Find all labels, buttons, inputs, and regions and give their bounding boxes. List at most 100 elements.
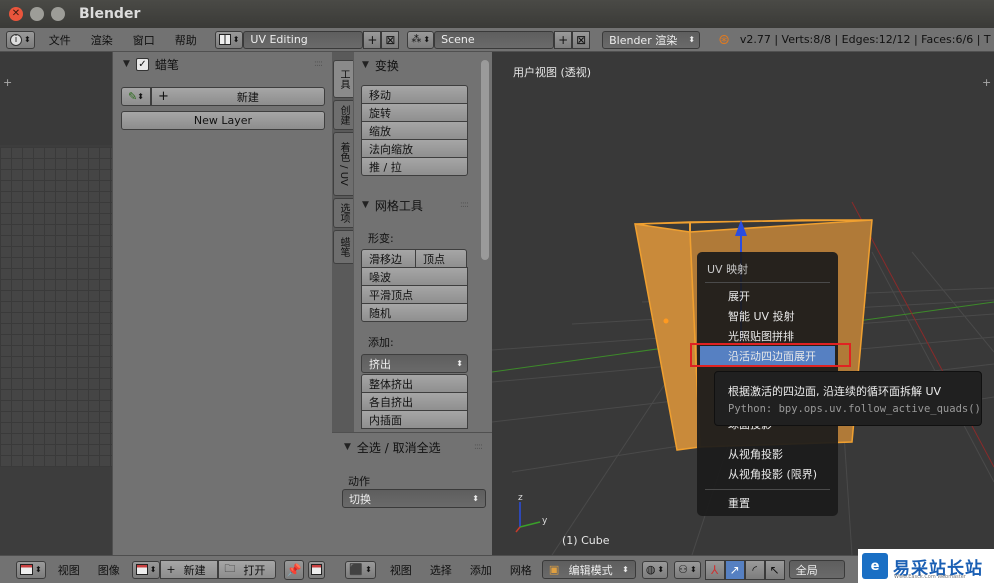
- uv-menu-title: UV 映射: [707, 263, 749, 276]
- scale-manipulator-button[interactable]: ↖: [764, 559, 785, 580]
- smooth-vertex-button[interactable]: 平滑顶点: [361, 285, 468, 304]
- axis-manipulator-icon: ⅄: [711, 562, 719, 577]
- close-window-button[interactable]: ✕: [9, 7, 23, 21]
- menu-view[interactable]: 视图: [58, 562, 80, 578]
- uv-editor-type-button[interactable]: ⬍: [16, 560, 46, 579]
- translate-manipulator-button[interactable]: ↗: [724, 559, 745, 580]
- menu-file[interactable]: 文件: [49, 32, 71, 48]
- mesh-tools-panel-header[interactable]: ▼ 网格工具 ::::: [354, 193, 478, 217]
- uv-editor-type-button-2[interactable]: [308, 560, 326, 579]
- shrink-fatten-button[interactable]: 法向缩放: [361, 139, 468, 158]
- axis-gizmo: z y: [515, 493, 548, 533]
- chevron-updown-icon: ⬍: [149, 565, 157, 574]
- delete-scene-button[interactable]: ⊠: [572, 30, 591, 49]
- layout-browse-button[interactable]: ⬍: [214, 30, 244, 49]
- tab-grease-pencil[interactable]: 蜡笔: [333, 230, 353, 264]
- pivot-point-button[interactable]: ⚇ ⬍: [674, 560, 701, 579]
- noise-button[interactable]: 噪波: [361, 267, 468, 286]
- transform-tools: 移动 旋转 缩放 法向缩放 推 / 拉: [361, 85, 468, 176]
- tab-create[interactable]: 创建: [333, 100, 353, 130]
- minimize-window-button[interactable]: [30, 7, 44, 21]
- add-scene-button[interactable]: +: [554, 30, 573, 49]
- scene-stats: v2.77 | Verts:8/8 | Edges:12/12 | Faces:…: [739, 33, 991, 46]
- new-image-button[interactable]: + 新建: [160, 560, 219, 579]
- menu-item-project-from-view-bounds[interactable]: 从视角投影 (限界): [697, 464, 838, 484]
- randomize-button[interactable]: 随机: [361, 303, 468, 322]
- chevron-updown-icon: ⬍: [622, 565, 629, 574]
- vertex-slide-button[interactable]: 顶点: [415, 249, 467, 268]
- action-value: 切换: [349, 492, 371, 506]
- extrude-value: 挤出: [369, 357, 391, 371]
- drag-grip-icon[interactable]: ::::: [460, 200, 469, 210]
- chevron-updown-icon: ⬍: [365, 565, 372, 574]
- triangle-down-icon: ▼: [362, 60, 369, 70]
- grease-pencil-header[interactable]: ▼ ✓ 蜡笔 ::::: [113, 52, 332, 76]
- menu-item-reset[interactable]: 重置: [697, 493, 838, 513]
- transform-panel-header[interactable]: ▼ 变换: [354, 52, 478, 78]
- edge-slide-button[interactable]: 滑移边: [361, 249, 416, 268]
- scene-browse-button[interactable]: ⁂ ⬍: [407, 30, 435, 49]
- maximize-window-button[interactable]: [51, 7, 65, 21]
- arrow-icon: ↗: [729, 562, 740, 577]
- action-select[interactable]: 切换 ⬍: [342, 489, 486, 508]
- tooltip-description: 根据激活的四边面, 沿连续的循环面拆解 UV: [728, 385, 942, 398]
- mode-select[interactable]: ▣ 编辑模式 ⬍: [541, 560, 636, 579]
- plus-icon: +: [158, 89, 169, 104]
- redo-panel-header[interactable]: ▼ 全选 / 取消全选 ::::: [332, 433, 492, 461]
- editor-type-button[interactable]: i ⬍: [6, 30, 35, 49]
- manipulator-toggle-button[interactable]: ⅄: [704, 559, 725, 580]
- new-image-label: 新建: [183, 563, 206, 577]
- expand-properties-icon[interactable]: +: [982, 76, 991, 89]
- rotate-manipulator-button[interactable]: ◜: [744, 559, 765, 580]
- move-button[interactable]: 移动: [361, 85, 468, 104]
- menu-item-unwrap[interactable]: 展开: [697, 286, 838, 306]
- menu-window[interactable]: 窗口: [133, 32, 155, 48]
- scale-button[interactable]: 缩放: [361, 121, 468, 140]
- expand-panel-icon[interactable]: +: [3, 76, 12, 89]
- extrude-region-button[interactable]: 整体挤出: [361, 374, 468, 393]
- delete-layout-button[interactable]: ⊠: [381, 30, 400, 49]
- push-pull-button[interactable]: 推 / 拉: [361, 157, 468, 176]
- scene-name-field[interactable]: Scene: [434, 30, 555, 49]
- uv-editor-area[interactable]: +: [0, 52, 112, 555]
- drag-grip-icon[interactable]: ::::: [314, 59, 323, 69]
- add-layout-button[interactable]: +: [363, 30, 382, 49]
- drag-grip-icon[interactable]: ::::: [474, 442, 483, 452]
- open-image-button[interactable]: 🗀 打开: [218, 560, 277, 579]
- menu-image[interactable]: 图像: [98, 562, 120, 578]
- tab-tools[interactable]: 工具: [333, 60, 353, 98]
- tab-shading-uv[interactable]: 着色 / UV: [333, 132, 353, 196]
- 3d-view-editor-type-button[interactable]: ⬛ ⬍: [345, 560, 376, 579]
- pencil-browse-button[interactable]: ✎ ⬍: [121, 87, 151, 106]
- menu-mesh[interactable]: 网格: [510, 562, 532, 578]
- pencil-icon: ✎: [128, 90, 138, 103]
- render-engine-select[interactable]: Blender 渲染 ⬍: [602, 30, 701, 49]
- folder-icon: 🗀: [224, 562, 236, 575]
- new-layer-button[interactable]: New Layer: [121, 111, 325, 130]
- viewport-shading-button[interactable]: ◍ ⬍: [641, 560, 669, 579]
- pin-icon: 📌: [286, 562, 302, 577]
- scrollbar-thumb[interactable]: [481, 60, 489, 260]
- menu-select[interactable]: 选择: [430, 562, 452, 578]
- inset-faces-button[interactable]: 内插面: [361, 410, 468, 429]
- chevron-updown-icon: ⬍: [423, 35, 431, 44]
- extrude-dropdown[interactable]: 挤出 ⬍: [361, 354, 468, 373]
- pin-image-button[interactable]: 📌: [284, 559, 305, 580]
- new-grease-pencil-button[interactable]: + 新建: [151, 87, 325, 106]
- layout-name-field[interactable]: UV Editing: [243, 30, 364, 49]
- plus-icon: +: [166, 563, 176, 576]
- grease-pencil-checkbox[interactable]: ✓: [135, 57, 149, 71]
- menu-3d-view[interactable]: 视图: [390, 562, 412, 578]
- menu-render[interactable]: 渲染: [91, 32, 113, 48]
- menu-help[interactable]: 帮助: [175, 32, 197, 48]
- menu-add[interactable]: 添加: [470, 562, 492, 578]
- title-bar: ✕ Blender: [0, 0, 994, 28]
- transform-orientation-select[interactable]: 全局: [788, 560, 845, 579]
- tool-shelf-scrollbar[interactable]: [478, 52, 492, 432]
- rotate-button[interactable]: 旋转: [361, 103, 468, 122]
- extrude-individual-button[interactable]: 各自挤出: [361, 392, 468, 411]
- image-browse-button[interactable]: ⬍: [131, 560, 161, 579]
- menu-item-project-from-view[interactable]: 从视角投影: [697, 444, 838, 464]
- tab-options[interactable]: 选项: [333, 198, 353, 228]
- menu-item-smart-uv-project[interactable]: 智能 UV 投射: [697, 306, 838, 326]
